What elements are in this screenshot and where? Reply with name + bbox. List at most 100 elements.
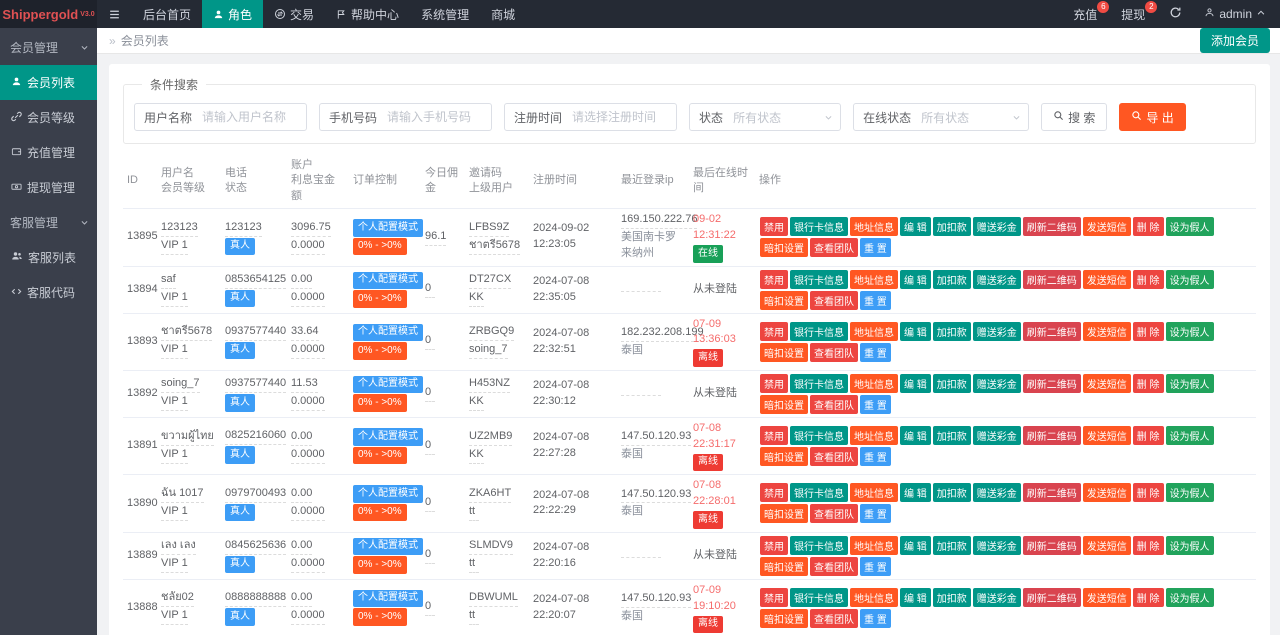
today-commission[interactable]: 0	[425, 385, 435, 403]
order-range-badge[interactable]: 0% - >0%	[353, 394, 407, 412]
parent-user[interactable]: tt	[469, 504, 479, 521]
order-range-badge[interactable]: 0% - >0%	[353, 503, 407, 522]
order-mode-badge[interactable]: 个人配置模式	[353, 219, 423, 237]
row-action-button[interactable]: 发送短信	[1082, 535, 1131, 555]
last-login-ip[interactable]	[621, 290, 661, 292]
member-balance[interactable]: 0.00	[291, 538, 313, 556]
row-action-button[interactable]: 禁用	[760, 269, 788, 289]
member-level[interactable]: VIP 1	[161, 290, 188, 307]
recharge-link[interactable]: 充值 6	[1061, 0, 1110, 28]
order-range-badge[interactable]: 0% - >0%	[353, 237, 407, 256]
invite-code[interactable]: UZ2MB9	[469, 429, 513, 446]
sidebar-group-member-management[interactable]: 会员管理	[0, 30, 97, 65]
row-action-button[interactable]: 删 除	[1132, 483, 1164, 503]
nav-item-help-center[interactable]: 帮助中心	[325, 0, 410, 28]
member-interest[interactable]: 0.0000	[291, 608, 325, 626]
real-person-badge[interactable]: 真人	[225, 341, 255, 360]
member-phone[interactable]: 0979700493	[225, 486, 287, 503]
row-action-button[interactable]: 暗扣设置	[760, 290, 808, 310]
row-action-button[interactable]: 编 辑	[900, 426, 931, 446]
member-phone[interactable]: 0853654125	[225, 272, 287, 289]
row-action-button[interactable]: 查看团队	[810, 290, 858, 310]
phone-input[interactable]	[379, 110, 492, 124]
today-commission[interactable]: 96.1	[425, 229, 447, 246]
refresh-button[interactable]	[1157, 0, 1194, 28]
row-action-button[interactable]: 发送短信	[1082, 483, 1131, 503]
row-action-button[interactable]: 查看团队	[810, 556, 858, 576]
row-action-button[interactable]: 发送短信	[1082, 373, 1131, 393]
row-action-button[interactable]: 设为假人	[1165, 587, 1214, 607]
today-commission[interactable]: 0	[425, 599, 435, 617]
row-action-button[interactable]: 加扣款	[932, 217, 971, 237]
parent-user[interactable]: KK	[469, 447, 484, 464]
nav-item-roles[interactable]: 角色	[202, 0, 264, 28]
invite-code[interactable]: ZRBGQ9	[469, 324, 515, 342]
row-action-button[interactable]: 查看团队	[810, 342, 858, 362]
member-interest[interactable]: 0.0000	[291, 394, 325, 412]
row-action-button[interactable]: 银行卡信息	[790, 269, 848, 289]
row-action-button[interactable]: 查看团队	[810, 447, 858, 467]
last-login-ip[interactable]: 147.50.120.93	[621, 487, 692, 504]
nav-item-system[interactable]: 系统管理	[410, 0, 480, 28]
row-action-button[interactable]: 查看团队	[810, 608, 858, 628]
order-mode-badge[interactable]: 个人配置模式	[353, 537, 423, 556]
member-phone[interactable]: 0845625636	[225, 538, 287, 555]
row-action-button[interactable]: 暗扣设置	[760, 608, 808, 628]
member-phone[interactable]: 0937577440	[225, 324, 287, 341]
member-interest[interactable]: 0.0000	[291, 447, 325, 464]
row-action-button[interactable]: 查看团队	[810, 504, 858, 524]
row-action-button[interactable]: 暗扣设置	[760, 342, 808, 362]
row-action-button[interactable]: 地址信息	[850, 269, 898, 289]
row-action-button[interactable]: 设为假人	[1165, 321, 1214, 341]
today-commission[interactable]: 0	[425, 438, 435, 455]
row-action-button[interactable]: 加扣款	[932, 373, 971, 393]
status-select[interactable]: 状态 所有状态	[689, 103, 842, 131]
member-name[interactable]: saf	[161, 272, 176, 290]
last-login-ip[interactable]: 147.50.120.93	[621, 591, 692, 608]
search-button[interactable]: 搜 索	[1041, 103, 1108, 131]
row-action-button[interactable]: 发送短信	[1082, 587, 1131, 607]
row-action-button[interactable]: 删 除	[1132, 426, 1164, 446]
user-menu[interactable]: admin	[1194, 0, 1280, 28]
member-interest[interactable]: 0.0000	[291, 504, 325, 521]
row-action-button[interactable]: 重 置	[860, 556, 891, 576]
member-interest[interactable]: 0.0000	[291, 290, 325, 307]
row-action-button[interactable]: 加扣款	[932, 269, 971, 289]
menu-toggle-button[interactable]	[97, 0, 132, 28]
row-action-button[interactable]: 暗扣设置	[760, 238, 808, 258]
sidebar-item-withdraw-management[interactable]: 提现管理	[0, 170, 97, 205]
row-action-button[interactable]: 编 辑	[900, 217, 931, 237]
member-name[interactable]: ขวามผู้ไทย	[161, 429, 214, 446]
row-action-button[interactable]: 暗扣设置	[760, 394, 808, 414]
row-action-button[interactable]: 地址信息	[850, 426, 898, 446]
nav-item-mall[interactable]: 商城	[480, 0, 526, 28]
real-person-badge[interactable]: 真人	[225, 608, 255, 626]
row-action-button[interactable]: 银行卡信息	[790, 217, 848, 237]
parent-user[interactable]: KK	[469, 290, 484, 307]
row-action-button[interactable]: 设为假人	[1165, 373, 1214, 393]
member-name[interactable]: ชลัย02	[161, 590, 194, 608]
row-action-button[interactable]: 刷新二维码	[1022, 483, 1081, 503]
real-person-badge[interactable]: 真人	[225, 237, 255, 256]
row-action-button[interactable]: 重 置	[860, 290, 891, 310]
invite-code[interactable]: DBWUML	[469, 590, 518, 608]
order-range-badge[interactable]: 0% - >0%	[353, 556, 407, 574]
nav-item-dashboard[interactable]: 后台首页	[132, 0, 202, 28]
row-action-button[interactable]: 编 辑	[900, 269, 931, 289]
row-action-button[interactable]: 地址信息	[850, 483, 898, 503]
row-action-button[interactable]: 暗扣设置	[760, 504, 808, 524]
parent-user[interactable]: KK	[469, 394, 484, 412]
row-action-button[interactable]: 禁用	[760, 426, 788, 446]
row-action-button[interactable]: 银行卡信息	[790, 483, 848, 503]
row-action-button[interactable]: 重 置	[860, 447, 891, 467]
member-balance[interactable]: 0.00	[291, 272, 313, 290]
invite-code[interactable]: ZKA6HT	[469, 486, 512, 503]
parent-user[interactable]: tt	[469, 608, 479, 626]
row-action-button[interactable]: 删 除	[1132, 217, 1164, 237]
parent-user[interactable]: tt	[469, 556, 479, 574]
row-action-button[interactable]: 地址信息	[850, 373, 898, 393]
real-person-badge[interactable]: 真人	[225, 394, 255, 412]
last-login-ip[interactable]: 169.150.222.76	[621, 212, 698, 230]
today-commission[interactable]: 0	[425, 333, 435, 351]
sidebar-group-service-management[interactable]: 客服管理	[0, 205, 97, 240]
